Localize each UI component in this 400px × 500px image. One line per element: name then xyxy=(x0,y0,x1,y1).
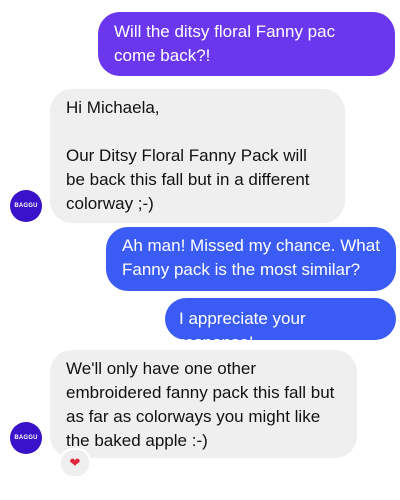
heart-reaction[interactable]: ❤ xyxy=(59,448,91,478)
baggu-avatar[interactable]: BAGGU xyxy=(10,422,42,454)
sent-message[interactable]: Ah man! Missed my chance. What Fanny pac… xyxy=(106,227,396,291)
sent-message[interactable]: I appreciate your response! xyxy=(165,298,396,352)
heart-icon: ❤ xyxy=(69,455,81,470)
received-message[interactable]: Hi Michaela, Our Ditsy Floral Fanny Pack… xyxy=(50,89,345,223)
baggu-avatar[interactable]: BAGGU xyxy=(10,190,42,222)
sent-message[interactable]: Will the ditsy floral Fanny pac come bac… xyxy=(98,12,395,76)
received-message[interactable]: We'll only have one other embroidered fa… xyxy=(50,350,357,458)
